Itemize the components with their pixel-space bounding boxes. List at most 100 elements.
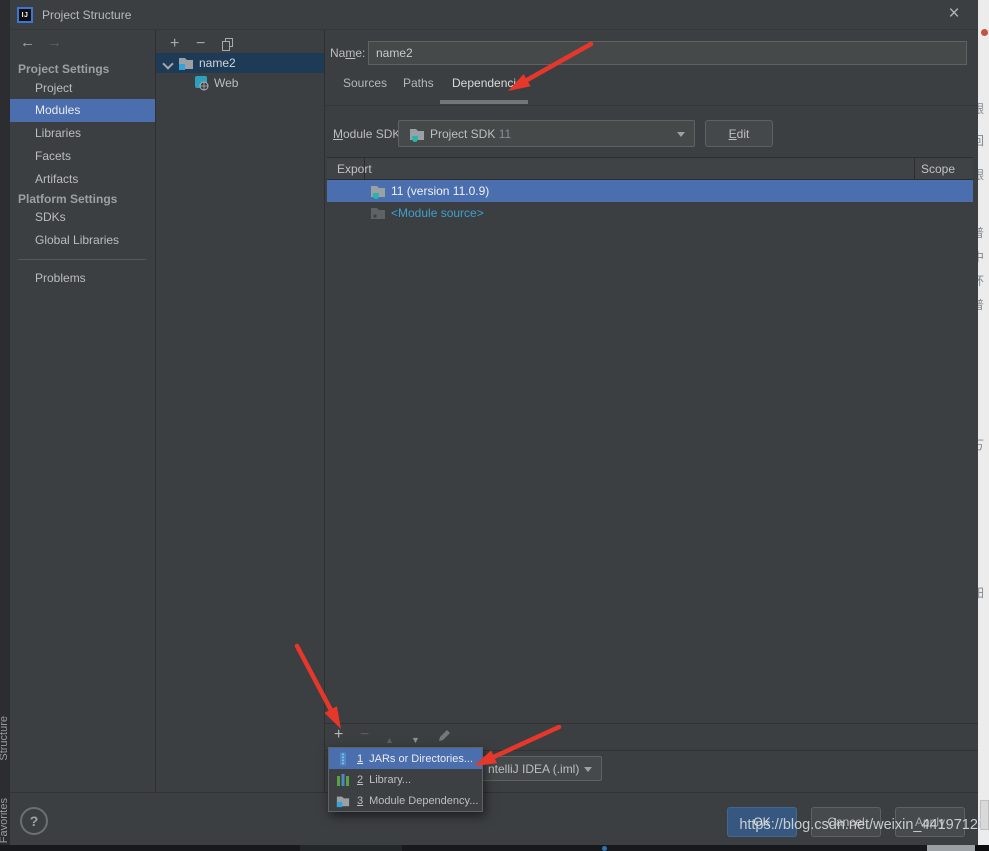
- menu-item-jars-or-directories[interactable]: 1 JARs or Directories...: [329, 748, 482, 769]
- remove-module-icon[interactable]: −: [196, 36, 205, 52]
- sidebar-item-problems[interactable]: Problems: [10, 267, 155, 290]
- dialog-titlebar[interactable]: IJ Project Structure ×: [10, 0, 978, 30]
- dependency-label: <Module source>: [391, 206, 484, 220]
- menu-item-label: Module Dependency...: [369, 795, 478, 807]
- close-icon[interactable]: ×: [942, 2, 966, 26]
- column-separator[interactable]: [364, 158, 365, 179]
- clipped-glyph: 回: [978, 132, 984, 149]
- sidebar-divider: [18, 259, 146, 260]
- sidebar-item-artifacts[interactable]: Artifacts: [10, 168, 155, 191]
- column-scope: Scope: [921, 162, 955, 176]
- clipped-glyph: 跟: [978, 166, 984, 183]
- add-dependency-popup-menu: 1 JARs or Directories... 2 Library... 3 …: [328, 747, 483, 812]
- clipped-glyph: 2: [978, 756, 979, 770]
- sidebar-item-modules[interactable]: Modules: [10, 99, 155, 122]
- favorites-toolwindow-label[interactable]: Favorites: [0, 798, 10, 843]
- combo-arrow-icon[interactable]: [584, 767, 592, 772]
- csdn-watermark: https://blog.csdn.net/weixin_44197120: [739, 817, 986, 833]
- tab-pane-border: [325, 105, 978, 106]
- module-sdk-label: Module SDK:: [333, 127, 404, 141]
- menu-mnemonic: 3: [357, 795, 363, 807]
- taskbar-segment: [300, 845, 402, 851]
- sidebar-item-libraries[interactable]: Libraries: [10, 122, 155, 145]
- clipped-glyph: 中: [978, 248, 984, 265]
- web-facet-icon: [193, 75, 209, 91]
- add-module-icon[interactable]: +: [170, 36, 179, 52]
- copy-module-icon[interactable]: [222, 38, 234, 51]
- name-label: Name:: [330, 46, 365, 60]
- module-folder-icon: [336, 794, 350, 808]
- module-sdk-combobox[interactable]: Project SDK 11: [398, 120, 695, 147]
- taskbar-segment: [975, 845, 989, 851]
- remove-dependency-icon[interactable]: −: [360, 727, 369, 743]
- sidebar-item-project[interactable]: Project: [10, 77, 155, 100]
- sidebar-item-global-libraries[interactable]: Global Libraries: [10, 229, 155, 252]
- settings-sidebar: ← → Project Settings Project Modules Lib…: [10, 30, 155, 792]
- clipped-glyph: 昍: [978, 584, 984, 601]
- dependency-row-sdk[interactable]: 11 (version 11.0.9): [327, 180, 973, 202]
- module-name-input[interactable]: [368, 41, 967, 65]
- section-project-settings: Project Settings: [18, 62, 109, 76]
- help-button[interactable]: ?: [20, 807, 48, 835]
- intellij-logo-icon: IJ: [17, 7, 33, 23]
- dependency-label: 11 (version 11.0.9): [391, 184, 489, 198]
- dialog-title: Project Structure: [42, 8, 131, 22]
- clipped-glyph: 普: [978, 224, 984, 241]
- taskbar-blue-dot: [602, 846, 607, 851]
- project-structure-dialog-screen: Structure Favorites 跟 回 跟 普 中 环 普 丂 昍 2 …: [0, 0, 989, 851]
- tab-sources[interactable]: Sources: [343, 76, 387, 90]
- background-window-sliver: 跟 回 跟 普 中 环 普 丂 昍 2: [978, 0, 989, 845]
- sidebar-item-sdks[interactable]: SDKs: [10, 206, 155, 229]
- sdk-icon: [409, 126, 425, 142]
- chevron-down-icon[interactable]: [164, 59, 172, 67]
- menu-item-module-dependency[interactable]: 3 Module Dependency...: [329, 790, 482, 811]
- sidebar-item-facets[interactable]: Facets: [10, 145, 155, 168]
- background-red-dot: [981, 29, 988, 36]
- dependency-row-module-source[interactable]: <Module source>: [327, 202, 973, 224]
- active-tab-underline: [440, 100, 528, 104]
- move-down-icon[interactable]: ▼: [411, 732, 420, 748]
- combo-arrow-icon[interactable]: [677, 132, 685, 137]
- jar-icon: [336, 752, 350, 766]
- clipped-glyph: 跟: [978, 100, 984, 117]
- clipped-glyph: 丂: [978, 436, 984, 453]
- sdk-version: 11: [499, 127, 511, 141]
- taskbar-segment: [927, 845, 975, 851]
- menu-mnemonic: 1: [357, 753, 363, 765]
- tree-row-facet-web[interactable]: Web: [156, 73, 324, 93]
- menu-item-library[interactable]: 2 Library...: [329, 769, 482, 790]
- menu-mnemonic: 2: [357, 774, 363, 786]
- column-export: Export: [337, 162, 372, 176]
- menu-item-label: Library...: [369, 774, 411, 786]
- move-up-icon[interactable]: ▲: [385, 732, 394, 748]
- menu-item-label: JARs or Directories...: [369, 753, 473, 765]
- sdk-icon: [370, 183, 386, 199]
- project-structure-dialog: IJ Project Structure × ← → Project Setti…: [10, 0, 978, 845]
- storage-format-value: ntelliJ IDEA (.iml): [488, 762, 579, 776]
- tab-paths[interactable]: Paths: [403, 76, 434, 90]
- forward-arrow-icon[interactable]: →: [47, 34, 62, 51]
- sdk-value: Project SDK: [430, 127, 495, 141]
- structure-toolwindow-label[interactable]: Structure: [0, 716, 10, 761]
- module-name: name2: [199, 56, 236, 70]
- clipped-glyph: 普: [978, 296, 984, 313]
- edit-sdk-button[interactable]: Edit: [705, 120, 773, 147]
- source-folder-icon: [370, 205, 386, 221]
- column-separator[interactable]: [914, 158, 915, 179]
- table-bottom-border: [325, 723, 978, 724]
- os-taskbar-sliver: [0, 845, 989, 851]
- tree-row-module[interactable]: name2: [156, 53, 324, 73]
- tab-dependencies[interactable]: Dependencies: [452, 76, 529, 90]
- back-arrow-icon[interactable]: ←: [20, 34, 35, 51]
- clipped-glyph: 环: [978, 272, 984, 289]
- modules-tree-panel: + − name2 Web: [155, 30, 325, 792]
- ide-left-toolwindow-stripe: Structure Favorites: [0, 0, 10, 845]
- module-folder-icon: [178, 55, 194, 71]
- dependencies-table-header: Export Scope: [327, 157, 973, 180]
- edit-pencil-icon[interactable]: [437, 728, 452, 743]
- add-dependency-icon[interactable]: +: [334, 727, 343, 743]
- section-platform-settings: Platform Settings: [18, 192, 117, 206]
- module-editor-panel: Name: Sources Paths Dependencies Module …: [325, 30, 978, 792]
- facet-name: Web: [214, 76, 238, 90]
- library-icon: [336, 773, 350, 787]
